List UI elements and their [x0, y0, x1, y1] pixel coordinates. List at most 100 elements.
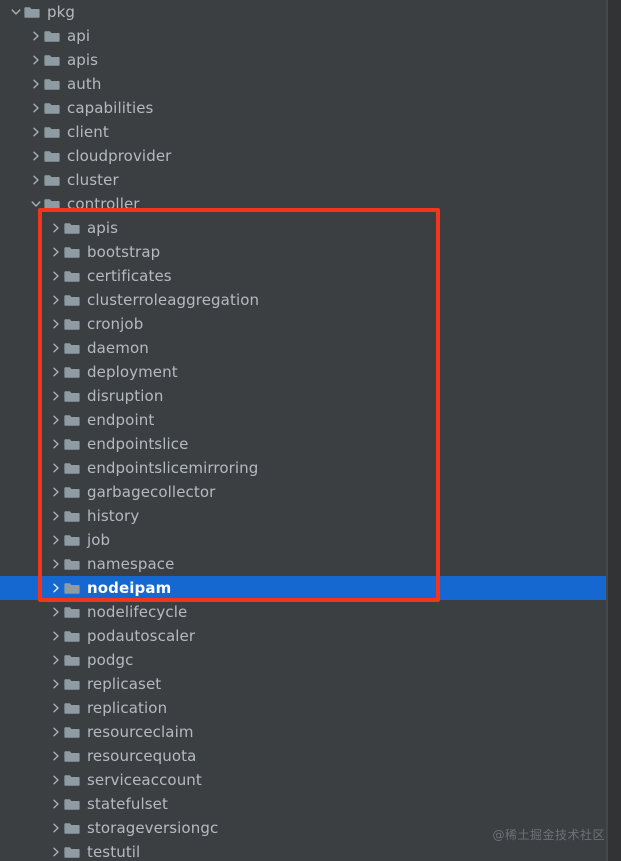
chevron-down-icon[interactable] [28, 192, 44, 216]
chevron-right-icon[interactable] [28, 24, 44, 48]
tree-row-label: namespace [87, 555, 175, 573]
tree-row-label: pkg [47, 3, 76, 21]
tree-row-label: certificates [87, 267, 172, 285]
tree-row[interactable]: resourcequota [0, 744, 621, 768]
tree-row[interactable]: testutil [0, 840, 621, 861]
chevron-right-icon[interactable] [48, 768, 64, 792]
tree-row[interactable]: cronjob [0, 312, 621, 336]
tree-row-label: cloudprovider [67, 147, 172, 165]
tree-row[interactable]: apis [0, 216, 621, 240]
chevron-right-icon[interactable] [48, 744, 64, 768]
chevron-right-icon[interactable] [48, 288, 64, 312]
chevron-right-icon[interactable] [48, 792, 64, 816]
chevron-right-icon[interactable] [48, 408, 64, 432]
tree-row-label: disruption [87, 387, 164, 405]
tree-row[interactable]: podgc [0, 648, 621, 672]
tree-row[interactable]: client [0, 120, 621, 144]
tree-row[interactable]: serviceaccount [0, 768, 621, 792]
tree-row[interactable]: replicaset [0, 672, 621, 696]
tree-row-label: auth [67, 75, 102, 93]
chevron-right-icon[interactable] [48, 336, 64, 360]
project-file-tree-panel: pkg api apis auth capabilities client cloudpro… [0, 0, 621, 861]
chevron-right-icon[interactable] [48, 672, 64, 696]
chevron-right-icon[interactable] [48, 432, 64, 456]
chevron-right-icon[interactable] [48, 552, 64, 576]
folder-icon [64, 600, 82, 624]
tree-row[interactable]: bootstrap [0, 240, 621, 264]
tree-row-label: deployment [87, 363, 178, 381]
chevron-right-icon[interactable] [28, 120, 44, 144]
chevron-right-icon[interactable] [48, 600, 64, 624]
tree-row-label: apis [87, 219, 119, 237]
chevron-right-icon[interactable] [48, 576, 64, 600]
chevron-right-icon[interactable] [48, 816, 64, 840]
tree-row-label: replication [87, 699, 168, 717]
folder-icon [44, 48, 62, 72]
tree-row-label: nodeipam [87, 579, 172, 597]
tree-row[interactable]: replication [0, 696, 621, 720]
folder-icon [64, 792, 82, 816]
tree-row[interactable]: nodelifecycle [0, 600, 621, 624]
folder-icon [64, 840, 82, 861]
chevron-right-icon[interactable] [48, 264, 64, 288]
chevron-right-icon[interactable] [48, 624, 64, 648]
tree-row[interactable]: garbagecollector [0, 480, 621, 504]
tree-row[interactable]: capabilities [0, 96, 621, 120]
chevron-right-icon[interactable] [28, 144, 44, 168]
tree-row[interactable]: statefulset [0, 792, 621, 816]
tree-row[interactable]: endpointslicemirroring [0, 456, 621, 480]
tree-row[interactable]: auth [0, 72, 621, 96]
tree-row[interactable]: cloudprovider [0, 144, 621, 168]
chevron-right-icon[interactable] [48, 528, 64, 552]
tree-row[interactable]: certificates [0, 264, 621, 288]
tree-row[interactable]: job [0, 528, 621, 552]
tree-row-label: testutil [87, 843, 141, 861]
tree-row[interactable]: clusterroleaggregation [0, 288, 621, 312]
chevron-right-icon[interactable] [28, 48, 44, 72]
chevron-right-icon[interactable] [48, 480, 64, 504]
tree-row[interactable]: history [0, 504, 621, 528]
chevron-right-icon[interactable] [48, 240, 64, 264]
tree-row[interactable]: controller [0, 192, 621, 216]
tree-row[interactable]: disruption [0, 384, 621, 408]
tree-row-label: clusterroleaggregation [87, 291, 260, 309]
tree-row-selected[interactable]: nodeipam [0, 576, 621, 600]
tree-row[interactable]: resourceclaim [0, 720, 621, 744]
tree-row[interactable]: daemon [0, 336, 621, 360]
chevron-right-icon[interactable] [48, 720, 64, 744]
folder-icon [64, 648, 82, 672]
chevron-right-icon[interactable] [48, 312, 64, 336]
tree-row-label: cronjob [87, 315, 144, 333]
folder-icon [24, 0, 42, 24]
chevron-right-icon[interactable] [48, 456, 64, 480]
tree-row[interactable]: endpointslice [0, 432, 621, 456]
tree-row[interactable]: endpoint [0, 408, 621, 432]
chevron-right-icon[interactable] [48, 648, 64, 672]
chevron-right-icon[interactable] [28, 72, 44, 96]
tree-row-label: endpointslicemirroring [87, 459, 259, 477]
tree-row[interactable]: deployment [0, 360, 621, 384]
tree-row[interactable]: pkg [0, 0, 621, 24]
tree-row-label: serviceaccount [87, 771, 202, 789]
tree-row[interactable]: apis [0, 48, 621, 72]
chevron-right-icon[interactable] [28, 168, 44, 192]
tree-row-label: cluster [67, 171, 119, 189]
tree-row[interactable]: storageversiongc [0, 816, 621, 840]
tree-row[interactable]: namespace [0, 552, 621, 576]
tree-row[interactable]: cluster [0, 168, 621, 192]
chevron-right-icon[interactable] [48, 216, 64, 240]
chevron-right-icon[interactable] [28, 96, 44, 120]
chevron-right-icon[interactable] [48, 504, 64, 528]
tree-row-label: resourceclaim [87, 723, 194, 741]
chevron-right-icon[interactable] [48, 360, 64, 384]
chevron-down-icon[interactable] [8, 0, 24, 24]
tree-row-label: replicaset [87, 675, 162, 693]
file-tree[interactable]: pkg api apis auth capabilities client cloudpro… [0, 0, 621, 861]
chevron-right-icon[interactable] [48, 696, 64, 720]
folder-icon [64, 408, 82, 432]
chevron-right-icon[interactable] [48, 384, 64, 408]
tree-row[interactable]: api [0, 24, 621, 48]
tree-row[interactable]: podautoscaler [0, 624, 621, 648]
chevron-right-icon[interactable] [48, 840, 64, 861]
folder-icon [64, 264, 82, 288]
